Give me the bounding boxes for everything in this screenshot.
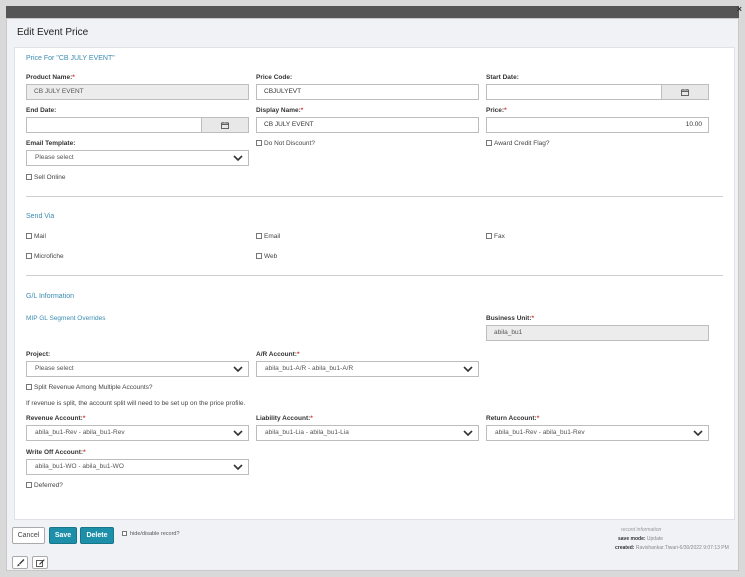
chevron-down-icon (693, 430, 703, 436)
liability-account-select[interactable]: abila_bu1-Lia - abila_bu1-Lia (256, 425, 479, 441)
chevron-down-icon (463, 430, 473, 436)
divider (26, 275, 723, 276)
window-titlebar: × (0, 0, 745, 18)
product-name-label: Product Name:* (26, 74, 75, 81)
sell-online-checkbox[interactable]: Sell Online (26, 174, 65, 182)
window-titlebar-strip (6, 6, 739, 18)
display-name-label: Display Name:* (256, 107, 304, 114)
liability-account-value: abila_bu1-Lia - abila_bu1-Lia (265, 429, 349, 436)
start-date-calendar-button[interactable] (662, 84, 709, 100)
edit-event-price-dialog: Edit Event Price Price For "CB JULY EVEN… (6, 18, 739, 571)
ar-account-value: abila_bu1-A/R - abila_bu1-A/R (265, 365, 354, 372)
business-unit-field: abila_bu1 (486, 325, 709, 341)
end-date-calendar-button[interactable] (202, 117, 249, 133)
send-via-fax-checkbox[interactable]: Fax (486, 233, 505, 241)
email-template-label: Email Template: (26, 140, 76, 147)
save-button[interactable]: Save (49, 527, 77, 544)
record-information-title: record information (621, 527, 662, 533)
price-code-label: Price Code: (256, 74, 293, 81)
form-panel: Price For "CB JULY EVENT" Product Name:*… (14, 47, 735, 520)
send-via-web-checkbox[interactable]: Web (256, 253, 277, 261)
hide-disable-record-checkbox[interactable]: hide/disable record? (122, 531, 180, 537)
start-date-input[interactable] (486, 84, 662, 100)
liability-account-label: Liability Account:* (256, 415, 313, 422)
chevron-down-icon (233, 464, 243, 470)
ar-account-label: A/R Account:* (256, 351, 300, 358)
brush-icon (17, 559, 25, 567)
dialog-title: Edit Event Price (17, 27, 89, 38)
split-revenue-note: If revenue is split, the account split w… (26, 400, 246, 407)
revenue-account-value: abila_bu1-Rev - abila_bu1-Rev (35, 429, 125, 436)
start-date-label: Start Date: (486, 74, 519, 81)
chevron-down-icon (233, 366, 243, 372)
mip-gl-segment-overrides-link[interactable]: MIP GL Segment Overrides (26, 315, 105, 322)
format-button[interactable] (12, 556, 28, 569)
ar-account-select[interactable]: abila_bu1-A/R - abila_bu1-A/R (256, 361, 479, 377)
revenue-account-label: Revenue Account:* (26, 415, 86, 422)
write-off-account-select[interactable]: abila_bu1-WO - abila_bu1-WO (26, 459, 249, 475)
save-mode-readout: save mode: Update (618, 536, 664, 542)
chevron-down-icon (233, 430, 243, 436)
price-section-title: Price For "CB JULY EVENT" (26, 55, 115, 62)
send-via-microfiche-checkbox[interactable]: Microfiche (26, 253, 64, 261)
divider (26, 196, 723, 197)
return-account-label: Return Account:* (486, 415, 540, 422)
return-account-select[interactable]: abila_bu1-Rev - abila_bu1-Rev (486, 425, 709, 441)
email-template-select[interactable]: Please select (26, 150, 249, 166)
project-select[interactable]: Please select (26, 361, 249, 377)
email-template-value: Please select (35, 154, 74, 161)
split-revenue-checkbox[interactable]: Split Revenue Among Multiple Accounts? (26, 384, 153, 392)
business-unit-label: Business Unit:* (486, 315, 535, 322)
write-off-account-value: abila_bu1-WO - abila_bu1-WO (35, 463, 124, 470)
delete-button[interactable]: Delete (80, 527, 114, 544)
price-label: Price:* (486, 107, 507, 114)
gl-information-title: G/L Information (26, 293, 74, 300)
calendar-icon (681, 89, 689, 96)
created-readout: created: Ravishankar.Tiwari-6/30/2022 9:… (615, 545, 729, 551)
edit-icon (36, 559, 45, 567)
revenue-account-select[interactable]: abila_bu1-Rev - abila_bu1-Rev (26, 425, 249, 441)
edit-button[interactable] (32, 556, 48, 569)
project-label: Project: (26, 351, 51, 358)
chevron-down-icon (233, 155, 243, 161)
do-not-discount-checkbox[interactable]: Do Not Discount? (256, 140, 315, 148)
send-via-email-checkbox[interactable]: Email (256, 233, 280, 241)
price-input[interactable]: 10.00 (486, 117, 709, 133)
close-icon[interactable]: × (737, 4, 742, 14)
award-credit-flag-checkbox[interactable]: Award Credit Flag? (486, 140, 550, 148)
send-via-title: Send Via (26, 213, 55, 220)
project-value: Please select (35, 365, 74, 372)
end-date-label: End Date: (26, 107, 57, 114)
write-off-account-label: Write Off Account:* (26, 449, 86, 456)
cancel-button[interactable]: Cancel (12, 527, 45, 544)
send-via-mail-checkbox[interactable]: Mail (26, 233, 46, 241)
product-name-field: CB JULY EVENT (26, 84, 249, 100)
end-date-input[interactable] (26, 117, 202, 133)
display-name-input[interactable]: CB JULY EVENT (256, 117, 479, 133)
deferred-checkbox[interactable]: Deferred? (26, 482, 63, 490)
return-account-value: abila_bu1-Rev - abila_bu1-Rev (495, 429, 585, 436)
price-code-input[interactable]: CBJULYEVT (256, 84, 479, 100)
calendar-icon (221, 122, 229, 129)
chevron-down-icon (463, 366, 473, 372)
